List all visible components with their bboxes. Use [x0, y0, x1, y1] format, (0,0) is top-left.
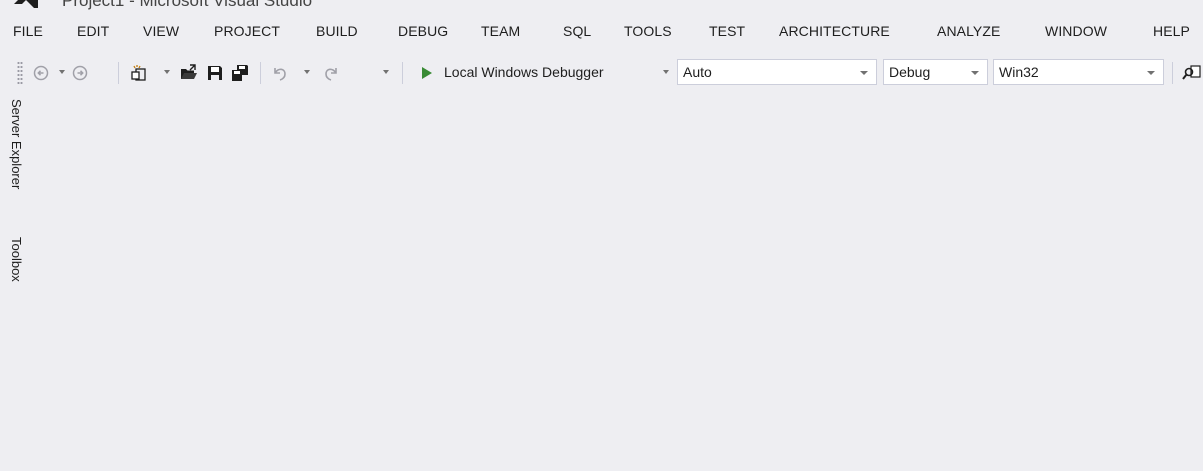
back-icon: [33, 65, 49, 81]
auto-combo-value: Auto: [683, 64, 712, 80]
standard-toolbar: Local Windows Debugger Auto Debug Win32: [0, 56, 1203, 90]
configuration-value: Debug: [889, 64, 931, 80]
new-project-dropdown-arrow[interactable]: [164, 70, 170, 74]
menu-architecture[interactable]: ARCHITECTURE: [779, 23, 890, 39]
undo-button[interactable]: [269, 56, 291, 90]
redo-dropdown-arrow[interactable]: [383, 70, 389, 74]
save-all-icon: [232, 65, 248, 81]
navigate-forward-button[interactable]: [70, 56, 90, 90]
find-in-files-button[interactable]: [1182, 56, 1203, 90]
left-side-tabs: Server Explorer Toolbox: [0, 92, 28, 471]
toolbar-separator: [260, 62, 261, 84]
auto-combo[interactable]: Auto: [677, 59, 877, 85]
window-title: Project1 - Microsoft Visual Studio: [62, 0, 313, 10]
save-icon: [208, 66, 222, 80]
new-project-icon: [131, 65, 146, 81]
visual-studio-logo-icon: [14, 0, 38, 8]
undo-dropdown-arrow[interactable]: [304, 70, 310, 74]
menu-sql[interactable]: SQL: [563, 23, 591, 39]
menu-analyze[interactable]: ANALYZE: [937, 23, 1000, 39]
undo-icon: [274, 68, 286, 81]
menu-tools[interactable]: TOOLS: [624, 23, 672, 39]
menu-team[interactable]: TEAM: [481, 23, 520, 39]
start-debugging-button[interactable]: [417, 56, 437, 90]
open-file-icon: [181, 64, 197, 79]
debugger-label[interactable]: Local Windows Debugger: [444, 64, 604, 80]
chevron-down-icon: [971, 71, 979, 75]
new-project-button[interactable]: [128, 56, 150, 90]
toolbar-separator: [118, 62, 119, 84]
debugger-dropdown-arrow[interactable]: [663, 70, 669, 74]
toolbox-tab[interactable]: Toolbox: [9, 237, 24, 282]
platform-combo[interactable]: Win32: [993, 59, 1164, 85]
redo-icon: [325, 68, 337, 81]
menu-debug[interactable]: DEBUG: [398, 23, 448, 39]
title-bar: Project1 - Microsoft Visual Studio: [0, 0, 1203, 12]
menu-help[interactable]: HELP: [1153, 23, 1190, 39]
configuration-combo[interactable]: Debug: [883, 59, 988, 85]
forward-icon: [72, 65, 88, 81]
menu-window[interactable]: WINDOW: [1045, 23, 1107, 39]
toolbar-grip[interactable]: [17, 61, 23, 85]
menu-file[interactable]: FILE: [13, 23, 43, 39]
menu-edit[interactable]: EDIT: [77, 23, 109, 39]
save-button[interactable]: [204, 56, 226, 90]
menu-bar: FILE EDIT VIEW PROJECT BUILD DEBUG TEAM …: [0, 20, 1203, 44]
chevron-down-icon: [1147, 71, 1155, 75]
platform-value: Win32: [999, 64, 1039, 80]
server-explorer-tab[interactable]: Server Explorer: [9, 99, 24, 189]
start-debugging-icon: [422, 67, 432, 79]
menu-project[interactable]: PROJECT: [214, 23, 280, 39]
editor-workspace: [30, 92, 1203, 471]
open-file-button[interactable]: [178, 56, 200, 90]
menu-build[interactable]: BUILD: [316, 23, 358, 39]
redo-button[interactable]: [320, 56, 342, 90]
back-dropdown-arrow[interactable]: [59, 70, 65, 74]
menu-view[interactable]: VIEW: [143, 23, 179, 39]
save-all-button[interactable]: [229, 56, 251, 90]
find-in-files-icon: [1182, 65, 1201, 80]
toolbar-separator: [402, 62, 403, 84]
menu-test[interactable]: TEST: [709, 23, 745, 39]
chevron-down-icon: [860, 71, 868, 75]
toolbar-separator: [1172, 62, 1173, 84]
visual-studio-window: Project1 - Microsoft Visual Studio FILE …: [0, 0, 1203, 471]
navigate-back-button[interactable]: [31, 56, 51, 90]
